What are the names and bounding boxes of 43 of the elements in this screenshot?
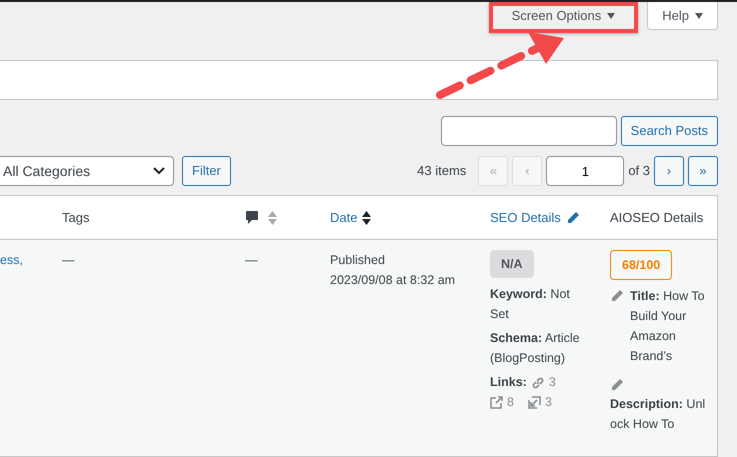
column-header: AIOSEO Details bbox=[610, 209, 704, 228]
seo-title-text: Title: How To Build Your Amazon Brand’s bbox=[630, 288, 706, 365]
seo-score-badge: N/A bbox=[490, 250, 534, 278]
caret-icon bbox=[695, 12, 703, 18]
page-total: of 3 bbox=[628, 162, 650, 180]
filter-button[interactable]: Filter bbox=[182, 156, 231, 186]
sort-arrows-icon bbox=[268, 211, 277, 225]
link-count: 8 bbox=[507, 395, 514, 409]
page-nav-button[interactable]: › bbox=[654, 156, 684, 186]
chevron-down-icon bbox=[153, 167, 165, 175]
date-sort-link[interactable]: Date bbox=[330, 208, 358, 228]
page-nav-button: « bbox=[478, 156, 508, 186]
caret-icon bbox=[607, 13, 616, 19]
column-header: Tags bbox=[62, 209, 90, 228]
schema-text: Schema: Article (BlogPosting) bbox=[490, 330, 581, 367]
post-status: Published bbox=[330, 252, 386, 269]
post-date: 2023/09/08 at 8:32 am bbox=[330, 272, 456, 289]
pencil-icon bbox=[566, 211, 580, 225]
comment-icon bbox=[245, 210, 259, 226]
sort-arrows-icon bbox=[362, 211, 372, 225]
link-icon bbox=[530, 376, 545, 390]
pencil-icon bbox=[610, 378, 624, 392]
external-link-icon bbox=[490, 396, 503, 410]
category-link[interactable]: ess, bbox=[0, 253, 23, 267]
category-select[interactable]: All Categories bbox=[0, 156, 174, 186]
seo-details-link[interactable]: SEO Details bbox=[490, 208, 561, 228]
aioseo-score-badge: 68/100 bbox=[610, 250, 672, 280]
item-count: 43 items bbox=[417, 162, 466, 180]
page-input[interactable]: 1 bbox=[546, 156, 624, 186]
page-nav-button: ‹ bbox=[512, 156, 542, 186]
keyword-text: Keyword: Not Set bbox=[490, 286, 571, 323]
link-count: 3 bbox=[544, 395, 552, 409]
help-button[interactable]: Help bbox=[647, 2, 718, 30]
table-cell: — bbox=[62, 253, 74, 267]
links-label: Links: bbox=[490, 375, 527, 389]
link-count: 3 bbox=[548, 375, 556, 389]
search-field[interactable] bbox=[440, 116, 617, 146]
seo-description-text: Description: Unlock How To bbox=[610, 396, 706, 433]
table-cell: — bbox=[245, 253, 258, 267]
search-button[interactable]: Search Posts bbox=[620, 116, 718, 146]
pencil-icon bbox=[610, 289, 624, 303]
page-nav-button[interactable]: » bbox=[688, 156, 718, 186]
inbound-link-icon bbox=[528, 396, 541, 410]
